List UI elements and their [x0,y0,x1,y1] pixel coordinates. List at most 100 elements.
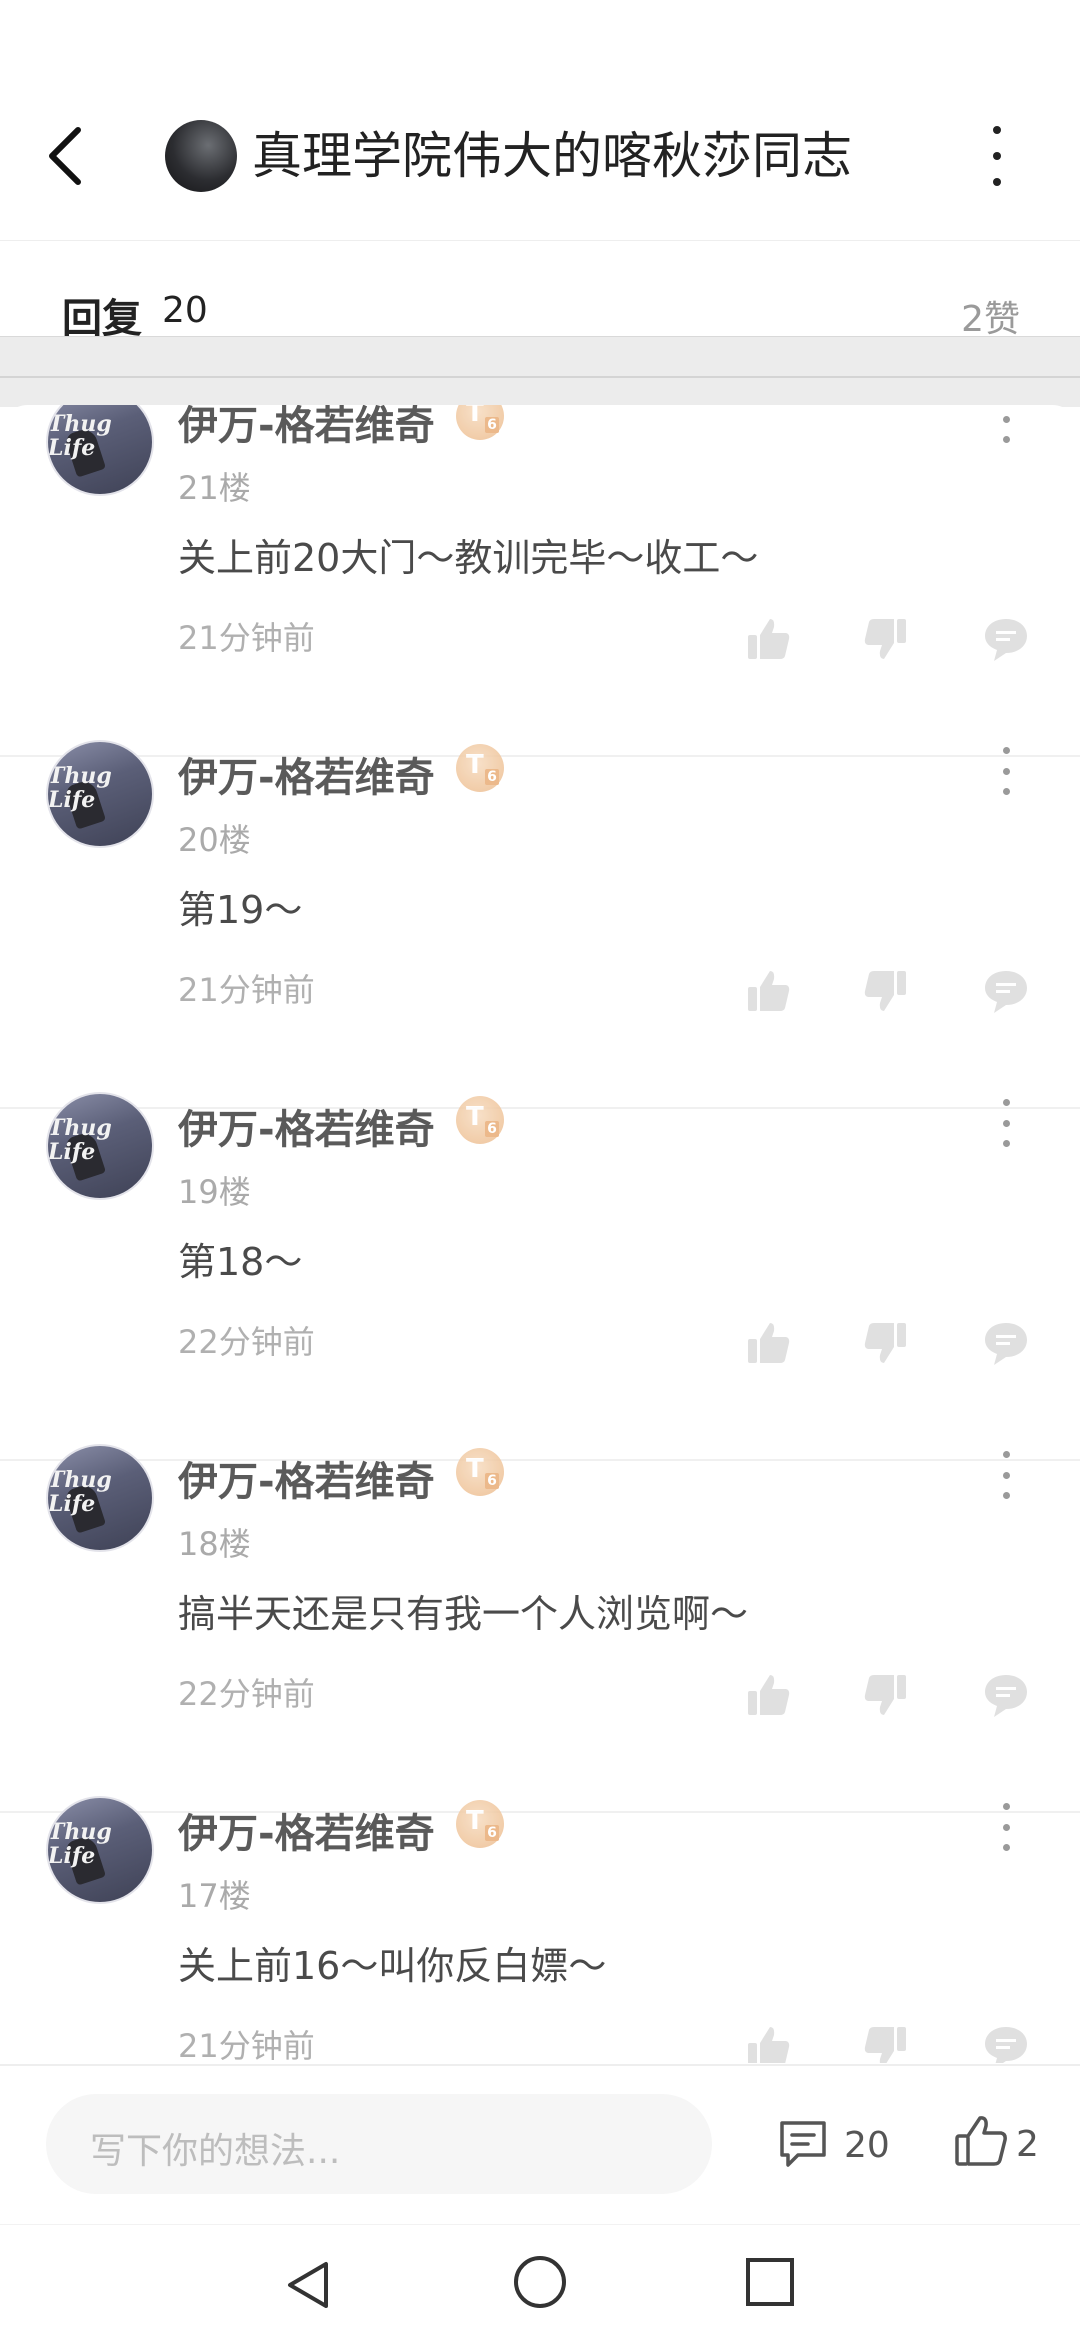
likes-total: 2赞 [961,299,1020,340]
reply-time: 21分钟前 [178,619,315,657]
reply-time: 21分钟前 [178,2027,315,2063]
thumb-up-icon [748,971,790,1011]
like-count: 2 [1016,2124,1039,2165]
comment-button[interactable] [982,967,1030,1015]
dislike-button[interactable] [862,615,910,663]
back-button[interactable] [40,120,90,192]
thumb-up-icon [748,1675,790,1715]
thumb-down-icon [864,1675,906,1715]
reply-content: 关上前16～叫你反白嫖～ [178,1944,607,1988]
comment-bubble-icon [985,1323,1027,1365]
user-avatar[interactable]: Thug Life [46,1092,154,1200]
dot [993,126,1001,134]
dislike-button[interactable] [862,1319,910,1367]
avatar-text: Thug Life [48,763,112,813]
username[interactable]: 伊万-格若维奇 [178,1449,435,1507]
like-post-button[interactable]: 2 [952,2112,1062,2176]
comment-input[interactable]: 写下你的想法... [46,2094,712,2194]
comment-button[interactable] [982,2023,1030,2063]
avatar-text: Thug Life [48,1819,112,1869]
floor-number: 17楼 [178,1877,251,1915]
like-button[interactable] [744,967,792,1015]
comment-icon [780,2121,826,2167]
user-avatar[interactable]: Thug Life [46,1444,154,1552]
chevron-left-icon [49,127,81,185]
floor-number: 21楼 [178,469,251,507]
reply-more-button[interactable] [998,1803,1014,1851]
reply-count: 20 [162,290,208,331]
reply-item: Thug Life 伊万-格若维奇 T6 19楼 第18～ 22分钟前 [0,1092,1080,1461]
level-badge: T6 [456,1800,504,1848]
dot [993,178,1001,186]
top-header: 真理学院伟大的喀秋莎同志 [0,0,1080,241]
reply-time: 22分钟前 [178,1323,315,1361]
comment-button[interactable] [982,1671,1030,1719]
comment-input-placeholder: 写下你的想法... [90,2131,341,2172]
reply-more-button[interactable] [998,1099,1014,1147]
user-avatar[interactable]: Thug Life [46,405,154,496]
reply-more-button[interactable] [998,747,1014,795]
floor-number: 20楼 [178,821,251,859]
page-title: 真理学院伟大的喀秋莎同志 [252,127,852,185]
reply-item: Thug Life 伊万-格若维奇 T6 17楼 关上前16～叫你反白嫖～ 21… [0,1796,1080,2063]
username[interactable]: 伊万-格若维奇 [178,745,435,803]
nav-back-icon[interactable] [280,2256,338,2314]
thumb-down-icon [864,971,906,1011]
user-avatar[interactable]: Thug Life [46,740,154,848]
reply-list-sheet[interactable]: Thug Life 伊万-格若维奇 T6 21楼 关上前20大门～教训完毕～收工… [0,405,1080,2063]
thumb-up-icon [955,2116,1007,2166]
floor-number: 18楼 [178,1525,251,1563]
username[interactable]: 伊万-格若维奇 [178,405,435,451]
dislike-button[interactable] [862,2023,910,2063]
comments-button[interactable]: 20 [776,2115,896,2175]
level-badge: T6 [456,1448,504,1496]
dislike-button[interactable] [862,967,910,1015]
author-avatar[interactable] [165,120,237,192]
avatar-text: Thug Life [48,1115,112,1165]
like-button[interactable] [744,1671,792,1719]
thumb-down-icon [864,619,906,659]
reply-more-button[interactable] [998,405,1014,443]
reply-content: 关上前20大门～教训完毕～收工～ [178,536,759,580]
comment-bubble-icon [985,1675,1027,1717]
username[interactable]: 伊万-格若维奇 [178,1097,435,1155]
level-badge: T6 [456,744,504,792]
reply-item: Thug Life 伊万-格若维奇 T6 21楼 关上前20大门～教训完毕～收工… [0,405,1080,757]
level-badge: T6 [456,1096,504,1144]
reply-content: 搞半天还是只有我一个人浏览啊～ [178,1592,749,1636]
thumb-up-icon [748,1323,790,1363]
like-button[interactable] [744,615,792,663]
dot [993,152,1001,160]
comment-count: 20 [844,2125,890,2166]
comment-button[interactable] [982,1319,1030,1367]
reply-time: 21分钟前 [178,971,315,1009]
floor-number: 19楼 [178,1173,251,1211]
user-avatar[interactable]: Thug Life [46,1796,154,1904]
comment-bubble-icon [985,971,1027,1013]
reply-content: 第19～ [178,888,303,932]
dislike-button[interactable] [862,1671,910,1719]
comment-bubble-icon [985,619,1027,661]
reply-more-button[interactable] [998,1451,1014,1499]
sheet-backdrop [0,336,1080,407]
comment-button[interactable] [982,615,1030,663]
thumb-up-icon [748,619,790,659]
reply-content: 第18～ [178,1240,303,1284]
avatar-text: Thug Life [48,411,112,461]
reply-item: Thug Life 伊万-格若维奇 T6 18楼 搞半天还是只有我一个人浏览啊～… [0,1444,1080,1813]
reply-time: 22分钟前 [178,1675,315,1713]
comment-bubble-icon [985,2027,1027,2063]
more-options-button[interactable] [982,126,1012,186]
avatar-text: Thug Life [48,1467,112,1517]
thumb-down-icon [864,1323,906,1363]
like-button[interactable] [744,1319,792,1367]
reply-item: Thug Life 伊万-格若维奇 T6 20楼 第19～ 21分钟前 [0,740,1080,1109]
divider [0,376,1080,378]
like-button[interactable] [744,2023,792,2063]
thumb-up-icon [748,2027,790,2063]
thumb-down-icon [864,2027,906,2063]
username[interactable]: 伊万-格若维奇 [178,1801,435,1859]
nav-home-icon[interactable] [512,2254,568,2310]
level-badge: T6 [456,405,504,440]
nav-recent-apps-icon[interactable] [744,2256,796,2308]
